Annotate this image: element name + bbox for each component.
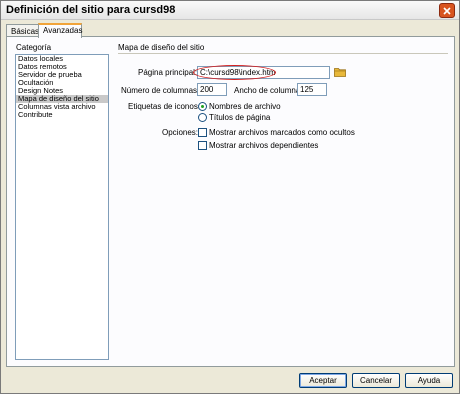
checkbox-show-hidden[interactable] <box>198 128 207 137</box>
sidebar-item-servidor-de-prueba[interactable]: Servidor de prueba <box>16 71 108 79</box>
options-label: Opciones: <box>162 128 199 137</box>
checkbox-show-dependent-label[interactable]: Mostrar archivos dependientes <box>209 141 318 150</box>
help-button[interactable]: Ayuda <box>405 373 453 388</box>
section-title: Mapa de diseño del sitio <box>118 43 205 52</box>
close-icon <box>443 7 451 15</box>
checkbox-show-dependent[interactable] <box>198 141 207 150</box>
ok-button[interactable]: Aceptar <box>299 373 347 388</box>
home-page-label: Página principal: <box>138 68 198 77</box>
radio-page-titles[interactable] <box>198 113 207 122</box>
checkbox-show-hidden-label[interactable]: Mostrar archivos marcados como ocultos <box>209 128 355 137</box>
sidebar-item-mapa-de-diseno[interactable]: Mapa de diseño del sitio <box>16 95 108 103</box>
radio-file-names[interactable] <box>198 102 207 111</box>
column-width-input[interactable]: 125 <box>297 83 327 96</box>
folder-icon[interactable] <box>334 67 346 77</box>
sidebar-item-datos-locales[interactable]: Datos locales <box>16 55 108 63</box>
sidebar-item-contribute[interactable]: Contribute <box>16 111 108 119</box>
num-columns-input[interactable]: 200 <box>197 83 227 96</box>
category-list[interactable]: Datos locales Datos remotos Servidor de … <box>15 54 109 360</box>
radio-selected-dot <box>201 105 204 108</box>
num-columns-label: Número de columnas: <box>121 86 200 95</box>
tab-avanzadas[interactable]: Avanzadas <box>38 23 82 38</box>
radio-file-names-label[interactable]: Nombres de archivo <box>209 102 281 111</box>
sidebar-item-design-notes[interactable]: Design Notes <box>16 87 108 95</box>
site-definition-dialog: Definición del sitio para cursd98 Básica… <box>0 0 460 394</box>
window-title: Definición del sitio para cursd98 <box>6 4 176 16</box>
section-divider <box>118 53 448 54</box>
icon-labels-label: Etiquetas de iconos: <box>128 102 201 111</box>
sidebar-item-ocultacion[interactable]: Ocultación <box>16 79 108 87</box>
title-bar[interactable]: Definición del sitio para cursd98 <box>1 1 459 20</box>
close-button[interactable] <box>439 3 455 18</box>
sidebar-item-columnas-vista-archivo[interactable]: Columnas vista archivo <box>16 103 108 111</box>
sidebar-item-datos-remotos[interactable]: Datos remotos <box>16 63 108 71</box>
column-width-label: Ancho de columna: <box>234 86 303 95</box>
radio-page-titles-label[interactable]: Títulos de página <box>209 113 270 122</box>
home-page-input[interactable]: C:\cursd98\index.htm <box>197 66 330 79</box>
cancel-button[interactable]: Cancelar <box>352 373 400 388</box>
category-heading: Categoría <box>16 43 52 52</box>
